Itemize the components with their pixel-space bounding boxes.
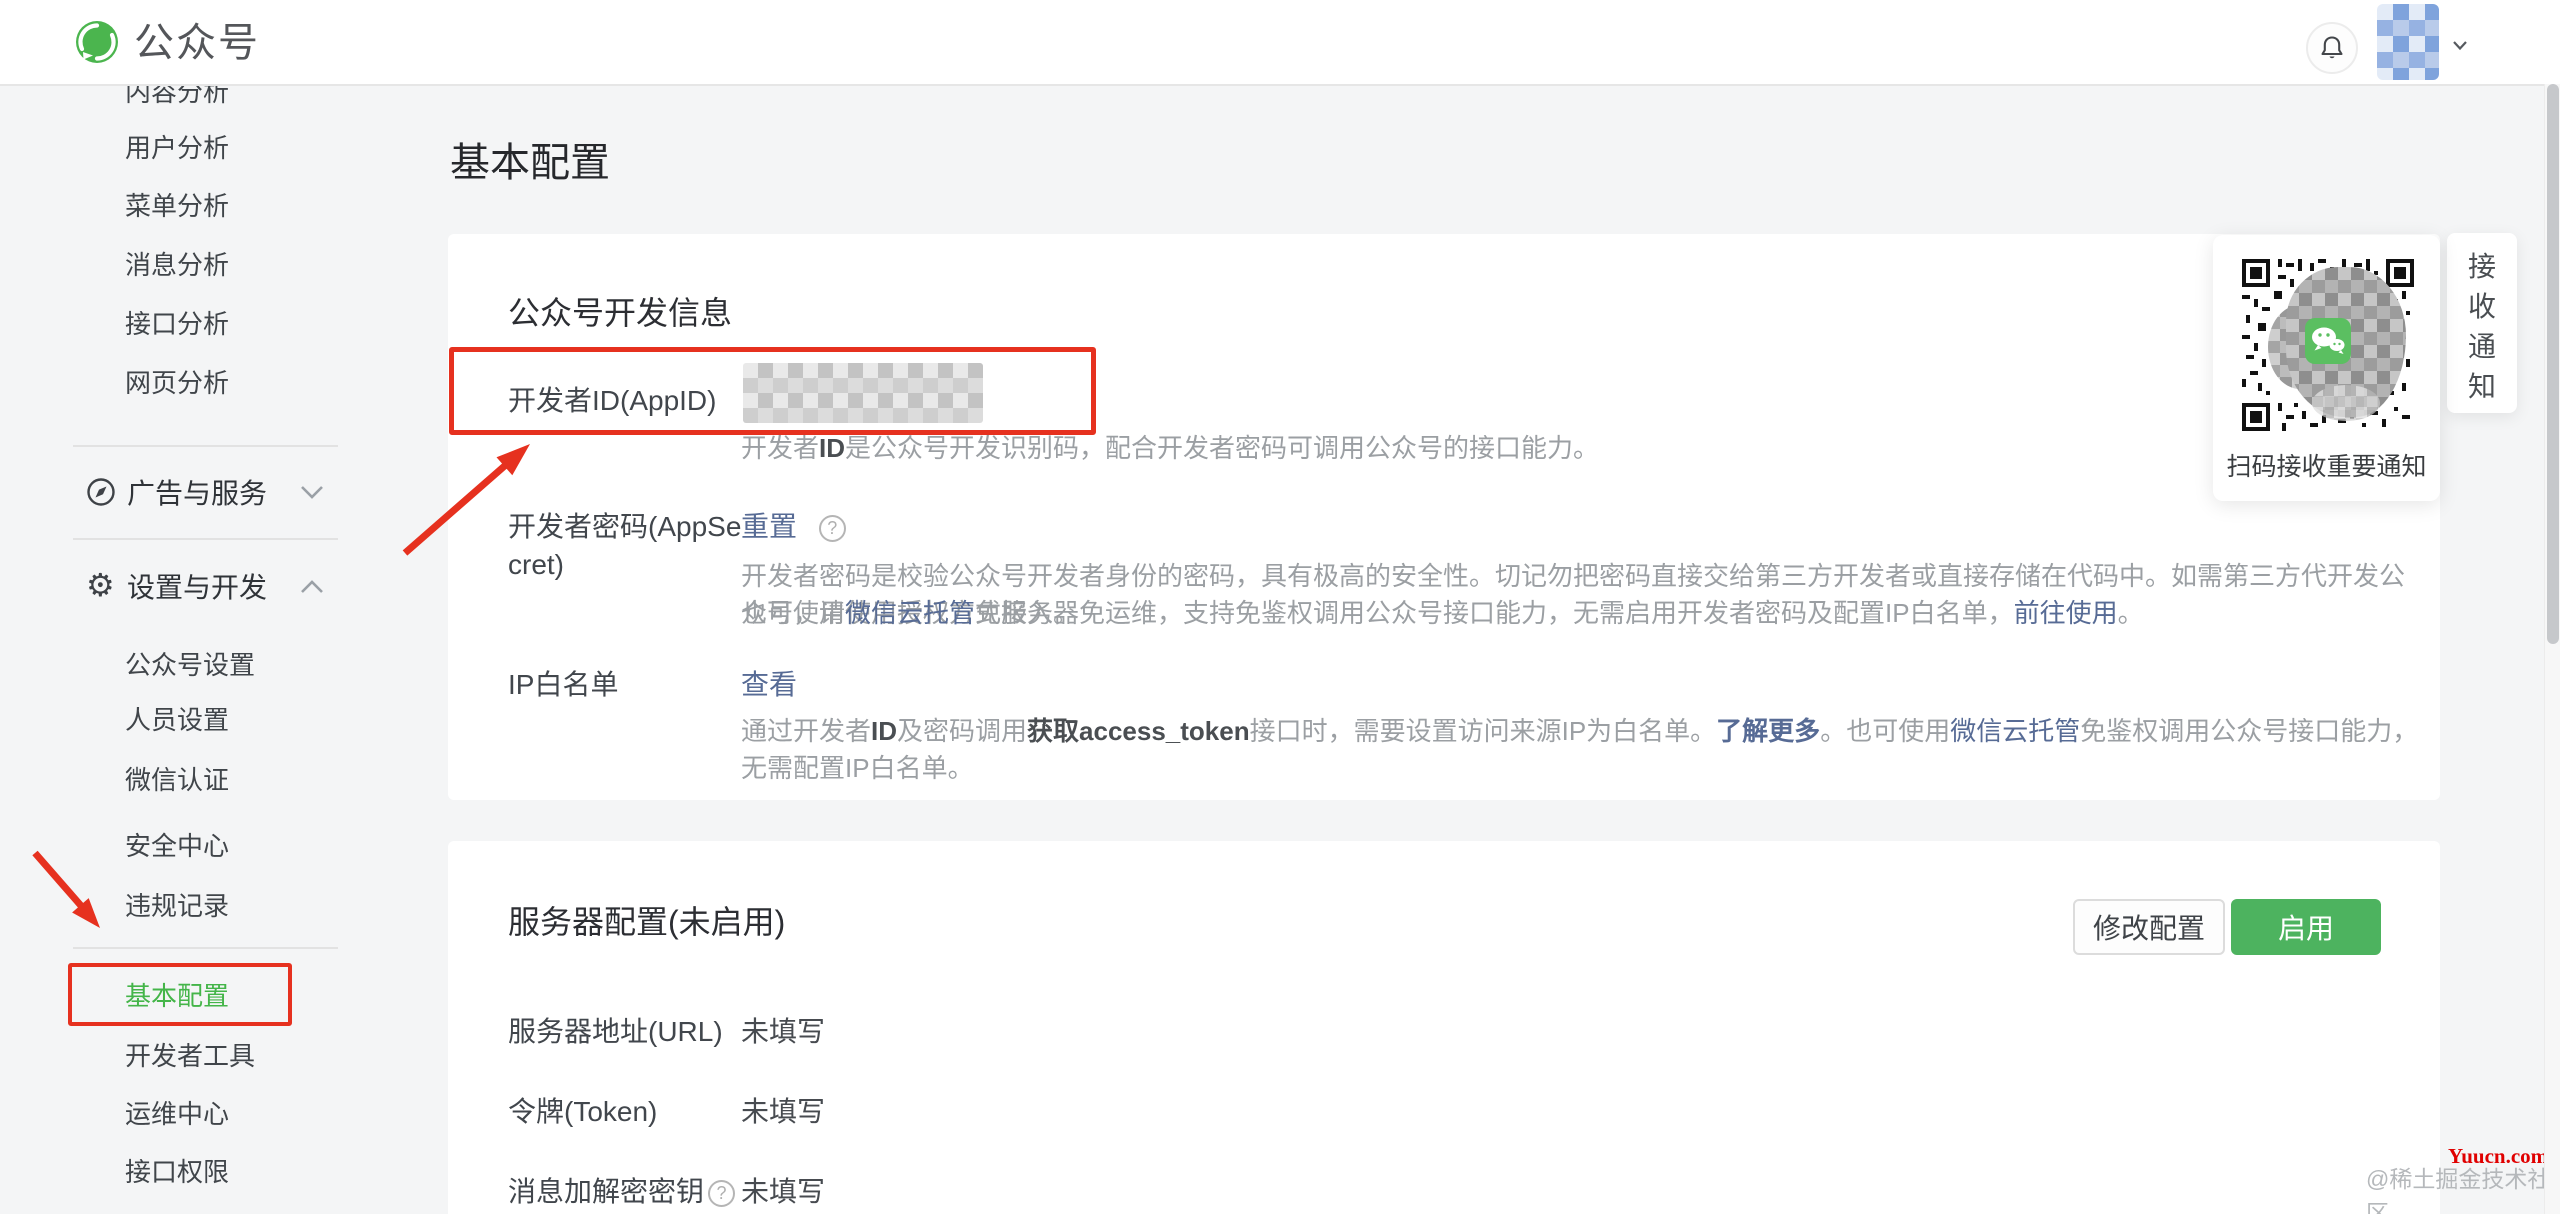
- server-url-value: 未填写: [741, 1016, 826, 1047]
- inline-link[interactable]: 了解更多: [1716, 716, 1820, 746]
- text-segment: 也可使用: [741, 598, 846, 628]
- text-segment: 接口时，需要设置访问来源IP为白名单。: [1249, 716, 1717, 746]
- sidebar-divider: [73, 445, 338, 447]
- sidebar-item-api-analysis[interactable]: 接口分析: [125, 308, 229, 340]
- chevron-up-icon: [300, 579, 324, 599]
- logo-text[interactable]: 公众号: [134, 20, 260, 66]
- appid-value-redacted: [743, 363, 983, 423]
- qr-blur-blob: [2312, 385, 2380, 421]
- text-segment: 获取access_token: [1027, 716, 1250, 746]
- text-segment: 开发者: [741, 433, 820, 463]
- receive-notifications-label: 接收通知: [2467, 251, 2496, 402]
- sidebar-item-wechat-verification[interactable]: 微信认证: [125, 764, 229, 796]
- page-title: 基本配置: [450, 141, 610, 185]
- notifications-bell-button[interactable]: [2306, 22, 2358, 74]
- reset-link[interactable]: 重置: [741, 511, 797, 542]
- token-label: 令牌(Token): [508, 1096, 658, 1127]
- sidebar-item-operations-center[interactable]: 运维中心: [125, 1098, 229, 1130]
- encoding-aeskey-label: 消息加解密密钥?: [508, 1173, 736, 1211]
- watermark-site: Yuucn.com: [2448, 1144, 2549, 1168]
- text-segment: 。: [2117, 598, 2144, 628]
- developer-info-card: 公众号开发信息 开发者ID(AppID) 开发者ID是公众号开发识别码，配合开发…: [448, 234, 2440, 800]
- text-segment: 通过开发者: [741, 716, 872, 746]
- section-title-server-config: 服务器配置(未启用): [508, 904, 786, 940]
- account-caret-icon[interactable]: [2452, 38, 2468, 56]
- sidebar-group-settings-development[interactable]: 设置与开发: [127, 571, 267, 605]
- ip-whitelist-actions: 查看: [741, 666, 797, 704]
- text-segment: ID: [871, 716, 898, 746]
- text-segment: 免服务器免运维，支持免鉴权调用公众号接口能力，无需启用开发者密码及配置IP白名单…: [975, 598, 2014, 628]
- sidebar-group-ads-services[interactable]: 广告与服务: [127, 477, 267, 511]
- help-icon[interactable]: ?: [708, 1180, 736, 1207]
- text-segment: 及密码调用: [897, 716, 1028, 746]
- scrollbar-thumb[interactable]: [2547, 84, 2559, 644]
- scrollbar-track[interactable]: [2544, 84, 2560, 1214]
- modify-config-button[interactable]: 修改配置: [2073, 899, 2225, 955]
- qr-code: [2242, 259, 2414, 431]
- gear-icon: ⚙: [86, 567, 115, 603]
- token-value: 未填写: [741, 1096, 826, 1127]
- qr-caption: 扫码接收重要通知: [2226, 453, 2427, 481]
- section-title-developer-info: 公众号开发信息: [508, 295, 733, 331]
- basic-configuration-page: 内容分析 用户分析 菜单分析 消息分析 接口分析 网页分析 广告与服务 ⚙ 设置…: [0, 0, 2560, 1214]
- chevron-down-icon: [300, 485, 324, 505]
- appsecret-label: 开发者密码(AppSecret): [508, 511, 742, 580]
- sidebar-item-account-settings[interactable]: 公众号设置: [125, 649, 255, 681]
- text-segment: 是公众号开发识别码，配合开发者密码可调用公众号的接口能力。: [845, 433, 1600, 463]
- top-header: 公众号: [0, 0, 2560, 86]
- compass-icon: [86, 477, 116, 512]
- sidebar-item-menu-analysis[interactable]: 菜单分析: [125, 190, 229, 222]
- appsecret-description-line2: 也可使用微信云托管免服务器免运维，支持免鉴权调用公众号接口能力，无需启用开发者密…: [741, 595, 2426, 632]
- encoding-aeskey-value: 未填写: [741, 1176, 826, 1207]
- server-config-card: 服务器配置(未启用) 修改配置 启用 服务器地址(URL) 未填写 令牌(Tok…: [448, 841, 2440, 1214]
- sidebar-divider: [73, 538, 338, 540]
- server-url-label: 服务器地址(URL): [508, 1016, 723, 1047]
- annotation-arrow-basic-config: [32, 850, 100, 928]
- appsecret-actions: 重置 ?: [741, 508, 846, 546]
- sidebar-item-security-center[interactable]: 安全中心: [125, 830, 229, 862]
- sidebar-item-api-permissions[interactable]: 接口权限: [125, 1156, 229, 1188]
- view-link[interactable]: 查看: [741, 669, 797, 700]
- sidebar-divider: [73, 947, 338, 949]
- receive-notifications-tab[interactable]: 接收通知: [2447, 233, 2517, 413]
- text-segment: ID: [819, 433, 846, 463]
- inline-link[interactable]: 前往使用: [2014, 598, 2118, 628]
- annotation-box-basic-configuration: [68, 963, 292, 1026]
- inline-link[interactable]: 微信云托管: [845, 598, 975, 628]
- text-segment: 。也可使用: [1820, 716, 1951, 746]
- sidebar-item-webpage-analysis[interactable]: 网页分析: [125, 367, 229, 399]
- inline-link[interactable]: 微信云托管: [1950, 716, 2080, 746]
- sidebar-item-user-analysis[interactable]: 用户分析: [125, 132, 229, 164]
- sidebar-item-message-analysis[interactable]: 消息分析: [125, 249, 229, 281]
- ip-whitelist-description: 通过开发者ID及密码调用获取access_token接口时，需要设置访问来源IP…: [741, 713, 2426, 787]
- sidebar-item-developer-tools[interactable]: 开发者工具: [125, 1040, 255, 1072]
- official-accounts-logo-icon[interactable]: [74, 19, 120, 70]
- sidebar-item-violation-records[interactable]: 违规记录: [125, 890, 229, 922]
- sidebar-item-staff-settings[interactable]: 人员设置: [125, 704, 229, 736]
- avatar[interactable]: [2377, 4, 2439, 80]
- enable-button[interactable]: 启用: [2231, 899, 2381, 955]
- help-icon[interactable]: ?: [818, 515, 846, 542]
- appid-description: 开发者ID是公众号开发识别码，配合开发者密码可调用公众号的接口能力。: [741, 430, 2426, 467]
- wechat-logo-icon: [2305, 318, 2351, 364]
- bell-icon: [2321, 36, 2343, 59]
- ip-whitelist-label: IP白名单: [508, 669, 619, 700]
- qr-notify-card: 扫码接收重要通知: [2213, 235, 2440, 501]
